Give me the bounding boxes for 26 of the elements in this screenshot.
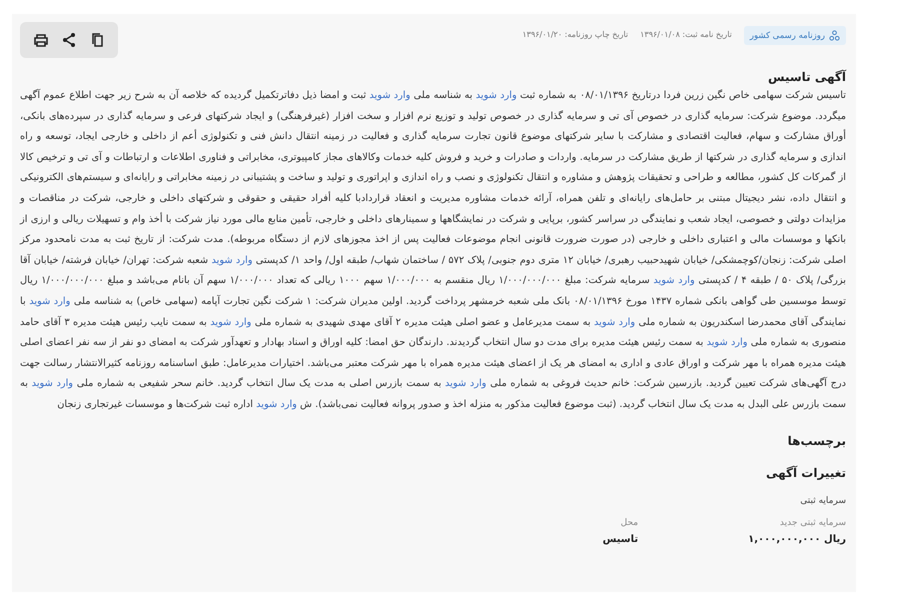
source-badge: روزنامه رسمی کشور	[744, 26, 846, 45]
share-icon	[60, 31, 78, 49]
login-link[interactable]: وارد شوید	[445, 378, 486, 390]
section-title: آگهی تاسیس	[766, 70, 846, 84]
field-label: محل	[620, 518, 638, 528]
login-link[interactable]: وارد شوید	[476, 90, 517, 101]
login-link[interactable]: وارد شوید	[653, 275, 695, 286]
field-value: ۱,۰۰۰,۰۰۰,۰۰۰ ریال	[748, 534, 846, 544]
notice-paragraph: تاسیس شرکت سهامی خاص نگین زرین فردا درتاریخ ۰۸/۰۱/۱۳۹۶ به شماره ثبت وارد شوید به شناسه ملی وارد شوید ثبت و امضا ذیل دفاترتکمیل گردیده که خلاصه آن به شرح زیر جهت اطلاع عموم آگهی میگردد. موضوع شرکت: سرمایه گذاری در خصوص آی تی و سرمایه گذاری در خصوص تولید و توزیع نرم افزار و سخت افزار (غیرفرهنگی) و ایجاد شرکتهای فرعی و سرمایه گذاری در سپرده‌های بانکی، أوراق مشارکت و سهام، فعالیت اقتصادی و مشارکت با سایر شرکتهای موضوع قانون تجارت سرمایه گذاری و فعالیت در زمینه انتقال دانش فنی و تکنولوژی أعم از داخلی و خارجی ایجاد، توسعه و راه اندازی و سرمایه گذاری در شرکتها از طریق مشارکت در سرمایه. واردات و صادرات و خرید و فروش کلیه خدمات وکالاهای مجاز کامپیوتری، مخابراتی و فناوری اطلاعات و ارتباطات و آی تی و ترخیص کالا از گمرکات کل کشور، مطالعه و طراحی و تحقیقات پژوهش و مشاوره و انتقال تکنولوژی و نصب و راه اندازی و اپراتوری و تولید و ساخت و پشتیبانی در زمینه مخابراتی و رایانه‌ای و سیستم‌های الکترونیکی و انتقال داده، نشر دیجیتال مبتنی بر حامل‌های رایانه‌ای و تلفن همراه، آرائه خدمات مشاوره مدیریت و انعقاد قراردادبا کلیه أفراد حقیقی و حقوقی و شرکتهای داخلی و خارجی، شرکت در مناقصات و مزایدات دولتی و خصوصی، ایجاد شعب و نمایندگی در سراسر کشور، برپایی و شرکت در نمایشگاهها و سمینارهای داخلی و خارجی، تأمین منابع مالی مورد نیاز شرکت با أخذ وام و تسهیلات ریالی و ارزی از بانکها و موسسات مالی و اعتباری داخلی و خارجی (در صورت ضرورت قانونی انجام موضوعات فعالیت پس از اخذ مجوزهای لازم از دستگاه مربوطه). مدت شرکت: از تاریخ ثبت به مدت نامحدود مرکز اصلی شرکت: زنجان/کوچمشکی/ خیابان شهیدحبیب رهبری/ خیابان ۱۲ متری دوم جنوبی/ پلاک ۵۷۲ / ساختمان شهاب/ طبقه اول/ واحد ۱/ کدپستی وارد شوید شعبه شرکت: تهران/ خیابان فرشته/ خیابان آقا بزرگی/ پلاک ۵۰ / طبقه ۴ / کدپستی وارد شوید سرمایه شرکت: مبلغ ۱/۰۰۰/۰۰۰/۰۰۰ ریال منقسم به ۱/۰۰۰/۰۰۰ سهم ۱۰۰۰ ریالی که تعداد ۱/۰۰۰/۰۰۰ سهم آن بانام می‌باشد و مبلغ ۱/۰۰۰/۰۰۰/۰۰۰ ریال توسط موسسین طی گواهی بانکی شماره ۱۴۳۷ مورخ ۰۸/۰۱/۱۳۹۶ بانک ملی شعبه خرمشهر پرداخت گردید. اولین مدیران شرکت: ۱ شرکت نگین تجارت آپامه (سهامی خاص) به شناسه ملی وارد شوید با نمایندگی آقای محمدرضا اسکندریون به شماره ملی وارد شوید به سمت مدیرعامل و عضو اصلی هیئت مدیره ۲ آقای مهدی شهیدی به شماره ملی وارد شوید به سمت نایب رئیس هیئت مدیره ۳ آقای حامد منصوری به شماره ملی وارد شوید به سمت رئیس هیئت مدیره برای مدت دو سال انتخاب گردیدند. دارندگان حق امضا: کلیه اوراق و اسناد بهادار و تعهدآور شرکت به امضای دو نفر از سه نفر اعضای اصلی هیئت مدیره همراه با مهر شرکت و اوراق عادی و اداری به امضای هر یک از اعضای هیئت مدیره همراه با مهر شرکت معتبر می‌باشد. اختیارات مدیرعامل: طبق اساسنامه روزنامه کثیرالانتشار رسالت جهت درج آگهی‌های شرکت تعیین گردید. بازرسین شرکت: خانم حدیث فروغی به شماره ملی وارد شوید به سمت بازرس اصلی به مدت یک سال انتخاب گردید. خانم سحر شفیعی به شماره ملی وارد شوید به سمت بازرس علی البدل به مدت یک سال انتخاب گردید. (ثبت موضوع فعالیت مذکور به منزله اخذ و صدور پروانه فعالیت نمی‌باشد). ش وارد شوید اداره ثبت شرکت‌ها و موسسات غیرتجاری زنجان	[20, 88, 846, 412]
section-title: برچسب‌ها	[786, 434, 846, 448]
login-link[interactable]: وارد شوید	[29, 296, 70, 307]
login-link[interactable]: وارد شوید	[256, 398, 297, 410]
network-icon	[829, 30, 840, 41]
login-link[interactable]: وارد شوید	[211, 254, 252, 266]
group-label: سرمایه ثبتی	[799, 496, 846, 506]
login-link[interactable]: وارد شوید	[594, 316, 636, 328]
login-link[interactable]: وارد شوید	[210, 316, 252, 328]
login-link[interactable]: وارد شوید	[706, 337, 748, 348]
field-label: سرمایه ثبتی جدید	[778, 518, 846, 528]
login-link[interactable]: وارد شوید	[32, 378, 74, 390]
printer-icon	[32, 31, 50, 49]
field-value: تاسیس	[602, 534, 638, 544]
login-link[interactable]: وارد شوید	[369, 90, 410, 101]
section-title: تغییرات آگهی	[764, 466, 846, 480]
date-text: تاریخ چاپ روزنامه: ۱۳۹۶/۰۱/۲۰	[522, 30, 628, 39]
date-text: تاریخ نامه ثبت: ۱۳۹۶/۰۱/۰۸	[640, 30, 732, 39]
